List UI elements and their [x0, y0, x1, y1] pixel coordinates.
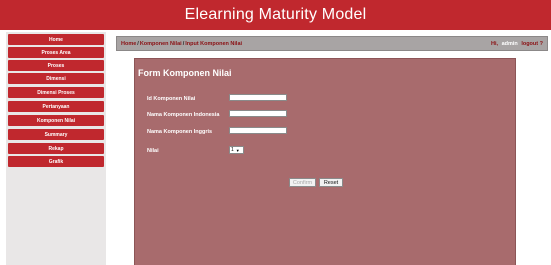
logout-link[interactable]: logout ? [521, 41, 543, 47]
id-komponen-label: Id Komponen Nilai [147, 96, 196, 102]
nilai-label: Nilai [147, 148, 159, 154]
user-area: Hi, admin logout ? [491, 41, 543, 47]
confirm-button[interactable]: Confirm [289, 178, 316, 187]
sidebar-item-grafik[interactable]: Grafik [8, 156, 104, 167]
greeting: Hi, [491, 40, 499, 47]
breadcrumb-input-komponen-nilai[interactable]: Input Komponen Nilai [185, 41, 242, 47]
sidebar-item-komponen-nilai[interactable]: Komponen Nilai [8, 115, 104, 126]
breadcrumb: Home / Komponen Nilai / Input Komponen N… [116, 36, 548, 51]
sidebar-item-rekap[interactable]: Rekap [8, 143, 104, 154]
nilai-select[interactable]: 1 ▼ [229, 146, 244, 154]
chevron-down-icon: ▼ [235, 147, 240, 153]
breadcrumb-separator: / [182, 40, 185, 47]
nama-indonesia-label: Nama Komponen Indonesia [147, 112, 220, 118]
app-title: Elearning Maturity Model [184, 6, 367, 23]
form-panel: Form Komponen Nilai Id Komponen Nilai Na… [134, 58, 516, 265]
breadcrumb-komponen-nilai[interactable]: Komponen Nilai [140, 41, 182, 47]
sidebar-item-proses[interactable]: Proses [8, 60, 104, 71]
sidebar: Home Proses Area Proses Dimensi Dimensi … [6, 32, 106, 265]
app-header: Elearning Maturity Model [0, 0, 551, 30]
sidebar-item-dimensi[interactable]: Dimensi [8, 73, 104, 84]
sidebar-item-pertanyaan[interactable]: Pertanyaan [8, 101, 104, 112]
nama-inggris-input[interactable] [229, 127, 287, 134]
id-komponen-input[interactable] [229, 94, 287, 101]
sidebar-item-dimensi-proses[interactable]: Dimensi Proses [8, 87, 104, 98]
breadcrumb-separator: / [137, 40, 139, 47]
reset-button[interactable]: Reset [319, 178, 343, 187]
sidebar-item-proses-area[interactable]: Proses Area [8, 47, 104, 58]
form-title: Form Komponen Nilai [138, 68, 232, 78]
nama-inggris-label: Nama Komponen Inggris [147, 129, 213, 135]
nama-indonesia-input[interactable] [229, 110, 287, 117]
breadcrumb-home[interactable]: Home [121, 41, 136, 47]
sidebar-item-summary[interactable]: Summary [8, 129, 104, 140]
sidebar-item-home[interactable]: Home [8, 34, 104, 45]
username: admin [501, 40, 518, 47]
nilai-selected-value: 1 [231, 147, 234, 153]
